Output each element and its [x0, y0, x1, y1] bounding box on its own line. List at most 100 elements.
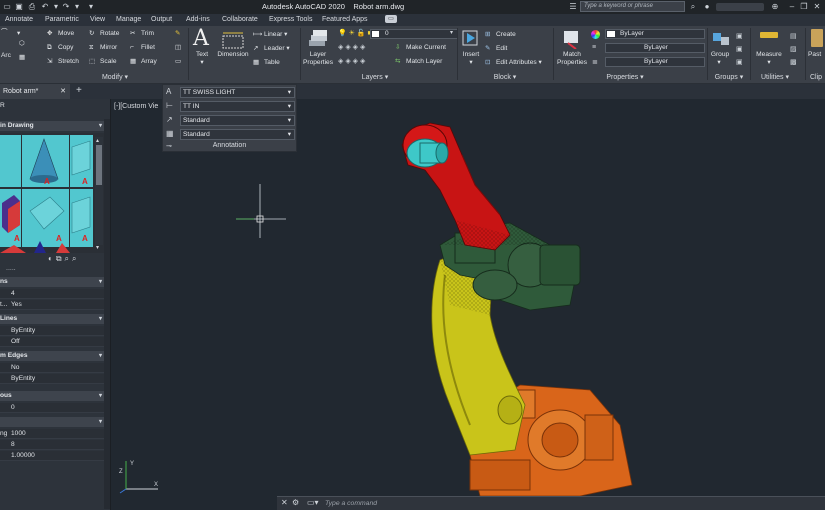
text-style-dropdown[interactable]: TT SWISS LIGHT ▾: [180, 87, 295, 98]
prop-row[interactable]: ByEntity: [0, 374, 104, 384]
section-edges[interactable]: m Edges ▾: [0, 351, 105, 361]
tab-collaborate[interactable]: Collaborate: [222, 16, 258, 23]
palette-tool-icons[interactable]: ◐⧉⌕⌕: [48, 254, 80, 264]
text-dropdown-icon[interactable]: ▾: [196, 59, 208, 67]
restore-icon[interactable]: ❐: [798, 1, 810, 12]
measure-icon[interactable]: [760, 32, 778, 38]
clipboard-panel-title[interactable]: Clip: [810, 73, 825, 83]
multileader-style-dropdown[interactable]: Standard ▾: [180, 115, 295, 126]
dim-style-dropdown[interactable]: TT IN ▾: [180, 101, 295, 112]
search-icon[interactable]: ⌕: [688, 2, 698, 12]
close-icon[interactable]: ✕: [281, 498, 288, 507]
linetype-dropdown[interactable]: ByLayer: [605, 43, 705, 53]
group-tool-icons[interactable]: ▣ ▣ ▣: [736, 30, 743, 69]
utility-tool-icons[interactable]: ▤ ▨ ▩: [790, 30, 797, 69]
tab-add-ins[interactable]: Add-ins: [186, 16, 210, 23]
command-prompt-icon[interactable]: ▭▾: [307, 498, 319, 507]
match-layer-button[interactable]: ⇆ Match Layer: [395, 57, 442, 66]
properties-panel-title[interactable]: Properties ▾: [580, 73, 670, 83]
search-menu-icon[interactable]: ☰: [568, 2, 578, 12]
save-icon[interactable]: ▣: [14, 2, 24, 12]
utilities-panel-title[interactable]: Utilities ▾: [752, 73, 798, 83]
undo-icon[interactable]: ↶: [40, 2, 50, 12]
insert-label[interactable]: Insert: [458, 51, 484, 59]
table-button[interactable]: ▦ Table: [253, 58, 280, 67]
viewport-controls[interactable]: [-][Custom Vie: [114, 103, 158, 110]
material-thumbnails[interactable]: A A A A A ▴ ▾: [0, 133, 104, 253]
tab-manage[interactable]: Manage: [116, 16, 141, 23]
block-panel-title[interactable]: Block ▾: [460, 73, 550, 83]
group-icon[interactable]: [711, 29, 731, 49]
print-icon[interactable]: ⎙: [27, 2, 37, 12]
undo-dropdown-icon[interactable]: ▾: [51, 2, 61, 12]
group-dropdown-icon[interactable]: ▾: [713, 59, 725, 67]
arc-tool[interactable]: Arc: [1, 51, 11, 60]
prop-row[interactable]: 1.00000: [0, 451, 104, 461]
draw-dropdown-icon[interactable]: ▾: [17, 29, 20, 38]
prop-row[interactable]: No: [0, 363, 104, 373]
prop-row[interactable]: t... Yes: [0, 300, 104, 310]
layers-panel-title[interactable]: Layers ▾: [335, 73, 415, 83]
close-icon[interactable]: ✕: [811, 1, 823, 12]
open-folder-icon[interactable]: ▭: [2, 2, 12, 12]
dimension-icon[interactable]: [220, 30, 246, 50]
close-tab-icon[interactable]: ✕: [60, 84, 66, 99]
new-tab-icon[interactable]: +: [76, 85, 82, 96]
tab-featured-apps[interactable]: Featured Apps: [322, 16, 368, 23]
groups-panel-title[interactable]: Groups ▾: [708, 73, 750, 83]
color-dropdown[interactable]: ByLayer: [605, 29, 705, 39]
file-tab-robot-arm[interactable]: Robot arm* ✕: [0, 84, 70, 99]
measure-label[interactable]: Measure: [752, 51, 786, 59]
paste-label[interactable]: Past: [808, 51, 825, 59]
customize-icon[interactable]: ⚙: [292, 498, 299, 507]
leader-button[interactable]: ↗ Leader ▾: [253, 44, 290, 53]
sign-in-field[interactable]: [716, 3, 764, 11]
qat-customize-icon[interactable]: ▾: [86, 2, 96, 12]
redo-icon[interactable]: ↷: [61, 2, 71, 12]
tab-view[interactable]: View: [90, 16, 105, 23]
palette-scrollbar[interactable]: [104, 119, 110, 509]
tab-express-tools[interactable]: Express Tools: [269, 16, 312, 23]
section-collapsed[interactable]: ▾: [0, 417, 105, 427]
measure-dropdown-icon[interactable]: ▾: [763, 59, 775, 67]
robot-arm-model[interactable]: [400, 115, 640, 496]
search-input[interactable]: Type a keyword or phrase: [580, 1, 685, 12]
linear-button[interactable]: ⟼ Linear ▾: [253, 30, 288, 39]
prop-row[interactable]: ByEntity: [0, 326, 104, 336]
rotate-button[interactable]: ↻ Rotate: [89, 29, 119, 38]
prop-row[interactable]: 0: [0, 403, 104, 413]
layer-dropdown-chevron-icon[interactable]: ▾: [450, 29, 453, 36]
draw-extra-icon-2[interactable]: ▦: [19, 53, 25, 62]
section-ns[interactable]: ns ▾: [0, 277, 105, 287]
scale-button[interactable]: ⬚ Scale: [89, 57, 117, 66]
match-properties-icon[interactable]: [562, 29, 582, 49]
insert-block-icon[interactable]: [461, 29, 481, 49]
create-block-button[interactable]: ⊞ Create: [485, 30, 516, 39]
tab-annotate[interactable]: Annotate: [5, 16, 33, 23]
stretch-button[interactable]: ⇲ Stretch: [47, 57, 79, 66]
edit-block-button[interactable]: ✎ Edit: [485, 44, 507, 53]
make-current-button[interactable]: ⇩ Make Current: [395, 43, 446, 52]
edit-attributes-button[interactable]: ⊡ Edit Attributes ▾: [485, 58, 542, 67]
trim-button[interactable]: ✂ Trim: [130, 29, 154, 38]
dimension-label[interactable]: Dimension: [215, 51, 251, 59]
tab-output[interactable]: Output: [151, 16, 172, 23]
lineweight-dropdown[interactable]: ByLayer: [605, 57, 705, 67]
mirror-button[interactable]: ⧖ Mirror: [89, 43, 117, 52]
user-icon[interactable]: ●: [702, 2, 712, 12]
text-label[interactable]: Text: [190, 51, 214, 59]
layer-properties-label[interactable]: Layer Properties: [300, 51, 336, 67]
arc-icon[interactable]: ⌒: [1, 28, 8, 37]
section-lines[interactable]: Lines ▾: [0, 314, 105, 324]
annotation-panel-title[interactable]: Annotation: [163, 142, 296, 149]
group-label[interactable]: Group: [707, 51, 733, 59]
minimize-icon[interactable]: –: [786, 1, 798, 12]
prop-row[interactable]: 8: [0, 440, 104, 450]
command-input[interactable]: Type a command: [325, 498, 625, 509]
layer-tool-icons-row-1[interactable]: ◈ ◈ ◈ ◈: [338, 43, 365, 51]
draw-extra-icon-1[interactable]: ⬡: [19, 39, 25, 48]
redo-dropdown-icon[interactable]: ▾: [72, 2, 82, 12]
prop-row[interactable]: 4: [0, 289, 104, 299]
text-icon[interactable]: A: [193, 28, 213, 50]
layer-dropdown[interactable]: 0: [370, 29, 458, 39]
